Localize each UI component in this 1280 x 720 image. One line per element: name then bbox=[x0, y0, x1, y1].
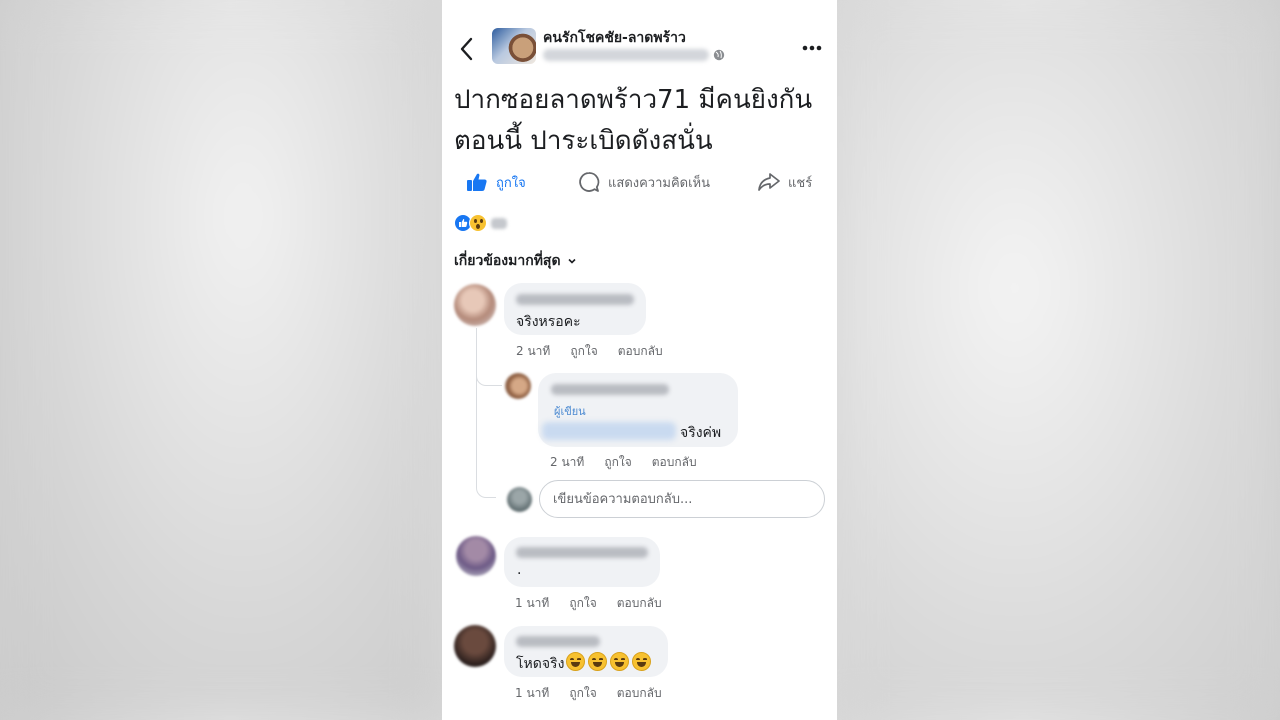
chevron-down-icon bbox=[568, 258, 576, 264]
chevron-left-icon[interactable] bbox=[456, 36, 478, 62]
comment-reply-link[interactable]: ตอบกลับ bbox=[618, 342, 663, 361]
reply-reply-link[interactable]: ตอบกลับ bbox=[652, 453, 697, 472]
like-label: ถูกใจ bbox=[496, 175, 526, 191]
share-label: แชร์ bbox=[788, 175, 813, 191]
thumbs-up-icon bbox=[467, 173, 487, 191]
phone-screen: คนรักโชคชัย-ลาดพร้าว ปากซอยลาดพร้าว71 มี… bbox=[442, 0, 837, 720]
reaction-summary[interactable] bbox=[454, 214, 507, 232]
laughing-emoji-row bbox=[566, 652, 651, 671]
comment-reply-link[interactable]: ตอบกลับ bbox=[617, 684, 662, 703]
comment-sort-dropdown[interactable]: เกี่ยวข้องมากที่สุด bbox=[454, 250, 577, 272]
background-blur-left bbox=[0, 0, 442, 720]
comment-bubble: . bbox=[504, 537, 660, 587]
commenter-avatar[interactable] bbox=[456, 536, 496, 576]
reply-input[interactable] bbox=[539, 480, 825, 518]
globe-icon bbox=[713, 49, 725, 61]
reply-meta: 2 นาที ถูกใจ ตอบกลับ bbox=[550, 453, 697, 472]
commenter-name-blurred bbox=[516, 636, 600, 647]
post-text: ปากซอยลาดพร้าว71 มีคนยิงกันตอนนี้ ปาระเบ… bbox=[454, 85, 813, 156]
reply-author-name-blurred bbox=[551, 384, 669, 395]
current-user-avatar bbox=[507, 487, 532, 512]
reply-text: จริงค่พ bbox=[680, 425, 722, 441]
reply-like-link[interactable]: ถูกใจ bbox=[604, 453, 631, 472]
laughing-emoji-icon bbox=[610, 652, 629, 671]
comment-text: โหดจริง bbox=[516, 656, 565, 672]
comment-like-link[interactable]: ถูกใจ bbox=[570, 342, 597, 361]
reaction-count-blurred bbox=[491, 217, 507, 229]
share-arrow-icon bbox=[758, 173, 780, 191]
laughing-emoji-icon bbox=[632, 652, 651, 671]
commenter-avatar[interactable] bbox=[454, 284, 496, 326]
comment-button[interactable]: แสดงความคิดเห็น bbox=[578, 168, 710, 196]
comment-time: 2 นาที bbox=[516, 344, 551, 358]
sort-label: เกี่ยวข้องมากที่สุด bbox=[454, 253, 561, 269]
page-name[interactable]: คนรักโชคชัย-ลาดพร้าว bbox=[543, 27, 686, 49]
comment-bubble: จริงหรอคะ bbox=[504, 283, 646, 335]
thread-connector bbox=[476, 384, 496, 498]
laughing-emoji-icon bbox=[566, 652, 585, 671]
reply-time: 2 นาที bbox=[550, 455, 585, 469]
post-author-and-time-blurred bbox=[543, 49, 709, 61]
comment-text: จริงหรอคะ bbox=[516, 314, 581, 330]
author-avatar[interactable] bbox=[505, 373, 531, 399]
mention-tag-blurred[interactable] bbox=[542, 422, 676, 440]
author-badge: ผู้เขียน bbox=[554, 405, 586, 418]
thread-connector bbox=[476, 360, 502, 386]
comment-label: แสดงความคิดเห็น bbox=[608, 175, 711, 191]
share-button[interactable]: แชร์ bbox=[758, 168, 812, 196]
comment-meta: 2 นาที ถูกใจ ตอบกลับ bbox=[516, 342, 663, 361]
comment-time: 1 นาที bbox=[515, 686, 550, 700]
comment-meta: 1 นาที ถูกใจ ตอบกลับ bbox=[515, 594, 662, 613]
commenter-avatar[interactable] bbox=[454, 625, 496, 667]
laughing-emoji-icon bbox=[588, 652, 607, 671]
comment-text: . bbox=[517, 562, 522, 578]
wow-reaction-icon bbox=[469, 214, 487, 232]
comment-meta: 1 นาที ถูกใจ ตอบกลับ bbox=[515, 684, 662, 703]
comment-like-link[interactable]: ถูกใจ bbox=[569, 684, 596, 703]
background-blur-right bbox=[837, 0, 1280, 720]
comment-like-link[interactable]: ถูกใจ bbox=[569, 594, 596, 613]
comment-reply-link[interactable]: ตอบกลับ bbox=[617, 594, 662, 613]
more-dots-icon[interactable] bbox=[800, 40, 824, 56]
comment-bubble-icon bbox=[579, 172, 600, 192]
commenter-name-blurred bbox=[516, 294, 634, 305]
page-avatar[interactable] bbox=[492, 28, 536, 64]
comment-time: 1 นาที bbox=[515, 596, 550, 610]
like-button[interactable]: ถูกใจ bbox=[466, 168, 526, 196]
reply-bubble: ผู้เขียน จริงค่พ bbox=[538, 373, 738, 447]
commenter-name-blurred bbox=[516, 547, 648, 558]
